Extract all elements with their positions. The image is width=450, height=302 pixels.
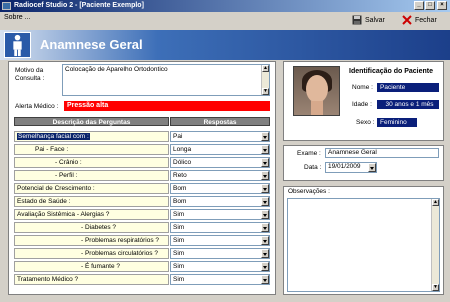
title-bar: Radiocef Studio 2 - [Paciente Exemplo] _… (0, 0, 450, 12)
chevron-down-icon[interactable] (368, 163, 376, 172)
motivo-label: Motivo da Consulta : (15, 67, 45, 82)
table-row: - Diabetes ? Sim (14, 222, 270, 233)
minimize-button[interactable]: _ (414, 1, 424, 10)
table-row: - Crânio : Dólico (14, 157, 270, 168)
question-cell[interactable]: Estado de Saúde : (14, 196, 169, 207)
answer-select[interactable]: Reto (170, 170, 270, 181)
answer-select[interactable]: Sim (170, 209, 270, 220)
menu-item-sobre[interactable]: Sobre ... (4, 13, 30, 23)
notes-label: Observações : (288, 188, 330, 195)
date-picker[interactable]: 19/01/2009 (325, 162, 377, 173)
header-banner: Anamnese Geral (0, 30, 450, 60)
table-row: Tratamento Médico ? Sim (14, 274, 270, 285)
question-cell[interactable]: - Crânio : (14, 157, 169, 168)
close-window-button[interactable]: × (437, 1, 447, 10)
table-row: Semelhança facial com : Pai (14, 131, 270, 142)
question-cell[interactable]: - Problemas circulatórios ? (14, 248, 169, 259)
question-cell[interactable]: - É fumante ? (14, 261, 169, 272)
table-row: - Problemas respiratórios ? Sim (14, 235, 270, 246)
chevron-down-icon[interactable] (261, 171, 269, 180)
table-row: - Perfil : Reto (14, 170, 270, 181)
answer-select[interactable]: Bom (170, 183, 270, 194)
scroll-up-icon[interactable]: ▲ (432, 199, 439, 206)
answer-select[interactable]: Pai (170, 131, 270, 142)
answer-select[interactable]: Sim (170, 235, 270, 246)
save-button[interactable]: Salvar (352, 15, 385, 27)
sex-label: Sexo : (356, 119, 375, 126)
notes-scrollbar[interactable]: ▲ ▼ (431, 199, 439, 291)
column-header-answers: Respostas (170, 117, 270, 126)
chevron-down-icon[interactable] (261, 158, 269, 167)
alerta-label: Alerta Médico : (15, 103, 59, 110)
close-icon (402, 15, 412, 25)
chevron-down-icon[interactable] (261, 262, 269, 271)
table-row: Avaliação Sistêmica - Alergias ? Sim (14, 209, 270, 220)
answer-select[interactable]: Sim (170, 248, 270, 259)
exam-input[interactable]: Anamnese Geral (325, 148, 439, 158)
maximize-button[interactable]: □ (425, 1, 435, 10)
alerta-value[interactable]: Pressão alta (64, 101, 270, 111)
table-row: Pai - Face : Longa (14, 144, 270, 155)
floppy-disk-icon (352, 15, 362, 25)
chevron-down-icon[interactable] (261, 249, 269, 258)
column-header-questions: Descrição das Perguntas (14, 117, 169, 126)
date-label: Data : (304, 164, 322, 171)
motivo-textarea[interactable]: Colocação de Aparelho Ortodontico ▲ ▼ (62, 64, 270, 96)
answer-select[interactable]: Bom (170, 196, 270, 207)
motivo-value: Colocação de Aparelho Ortodontico (65, 66, 168, 73)
table-row: - Problemas circulatórios ? Sim (14, 248, 270, 259)
app-icon (2, 2, 11, 10)
answer-select[interactable]: Sim (170, 261, 270, 272)
patient-photo (293, 66, 340, 116)
table-row: Potencial de Crescimento : Bom (14, 183, 270, 194)
age-label: Idade : (352, 101, 372, 108)
question-cell[interactable]: Potencial de Crescimento : (14, 183, 169, 194)
window-title: Radiocef Studio 2 - [Paciente Exemplo] (14, 2, 144, 9)
page-title: Anamnese Geral (40, 37, 143, 52)
chevron-down-icon[interactable] (261, 197, 269, 206)
motivo-scrollbar[interactable]: ▲ ▼ (261, 65, 269, 95)
chevron-down-icon[interactable] (261, 223, 269, 232)
table-row: - É fumante ? Sim (14, 261, 270, 272)
close-label: Fechar (415, 17, 437, 24)
question-cell[interactable]: - Perfil : (14, 170, 169, 181)
question-cell[interactable]: Tratamento Médico ? (14, 274, 169, 285)
question-cell[interactable]: Pai - Face : (14, 144, 169, 155)
notes-textarea[interactable]: ▲ ▼ (287, 198, 440, 292)
age-value: 30 anos e 1 mês (377, 100, 439, 109)
save-label: Salvar (365, 17, 385, 24)
question-cell[interactable]: - Problemas respiratórios ? (14, 235, 169, 246)
question-cell[interactable]: Avaliação Sistêmica - Alergias ? (14, 209, 169, 220)
name-value: Paciente (377, 83, 439, 92)
table-row: Estado de Saúde : Bom (14, 196, 270, 207)
chevron-down-icon[interactable] (261, 275, 269, 284)
exam-label: Exame : (297, 150, 321, 157)
scroll-up-icon[interactable]: ▲ (262, 65, 269, 72)
scroll-down-icon[interactable]: ▼ (432, 284, 439, 291)
question-cell[interactable]: Semelhança facial com : (14, 131, 169, 142)
name-label: Nome : (352, 84, 373, 91)
answer-select[interactable]: Sim (170, 274, 270, 285)
answer-select[interactable]: Sim (170, 222, 270, 233)
sex-value: Feminino (377, 118, 417, 127)
person-icon (4, 32, 31, 58)
chevron-down-icon[interactable] (261, 210, 269, 219)
chevron-down-icon[interactable] (261, 145, 269, 154)
chevron-down-icon[interactable] (261, 236, 269, 245)
chevron-down-icon[interactable] (261, 184, 269, 193)
question-cell[interactable]: - Diabetes ? (14, 222, 169, 233)
answer-select[interactable]: Dólico (170, 157, 270, 168)
close-button[interactable]: Fechar (402, 15, 437, 27)
scroll-down-icon[interactable]: ▼ (262, 88, 269, 95)
chevron-down-icon[interactable] (261, 132, 269, 141)
answer-select[interactable]: Longa (170, 144, 270, 155)
patient-heading: Identificação do Paciente (349, 68, 434, 75)
